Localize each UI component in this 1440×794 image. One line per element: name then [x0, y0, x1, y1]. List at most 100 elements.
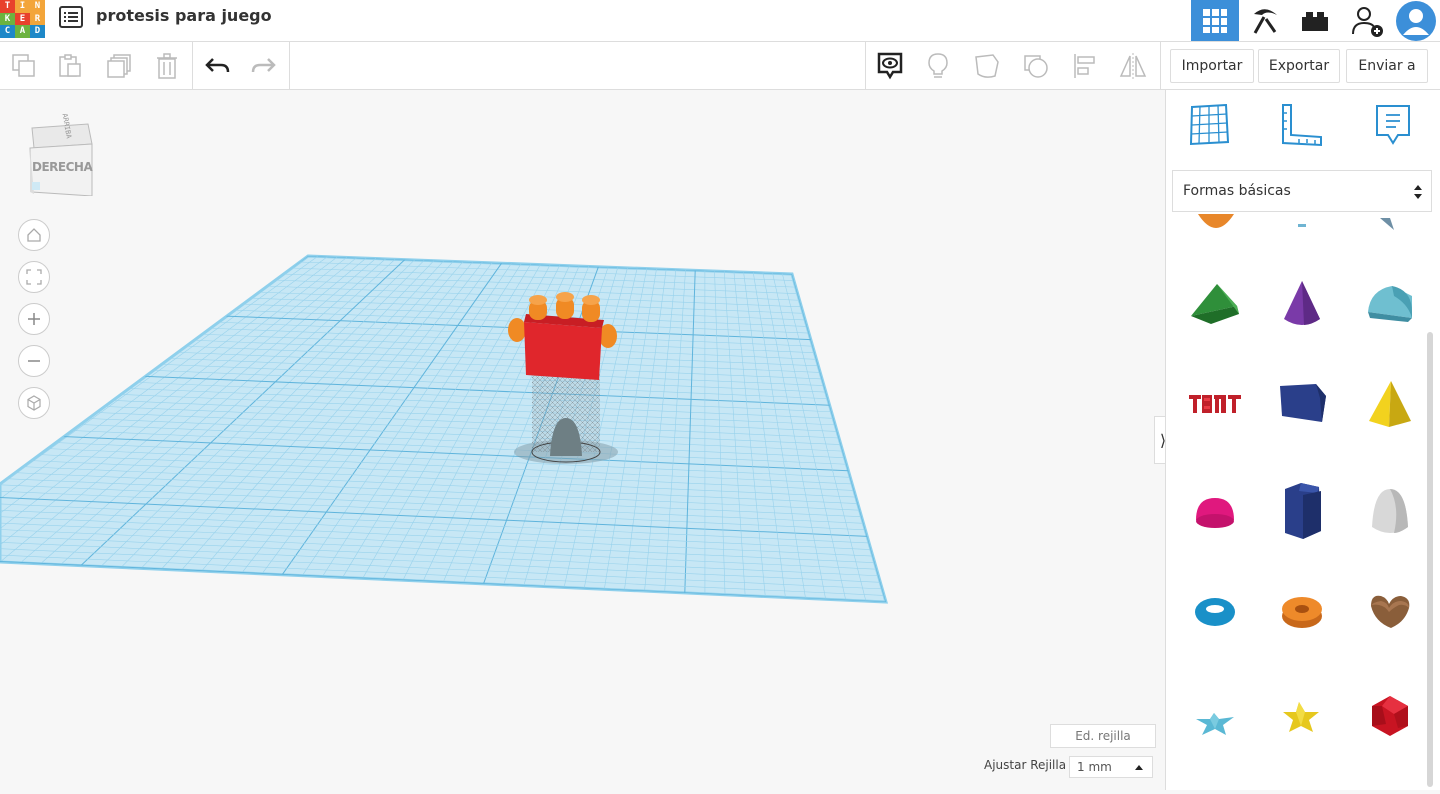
plus-icon — [26, 311, 42, 327]
delete-button[interactable] — [144, 42, 190, 89]
ungroup-button[interactable] — [1013, 42, 1059, 89]
shape-icosahedron[interactable] — [1360, 686, 1420, 746]
shape-heart[interactable] — [1360, 582, 1420, 642]
top-bar: T I N K E R C A D protesis para juego — [0, 0, 1440, 42]
snap-grid-value: 1 mm — [1077, 760, 1112, 774]
toolbar-divider — [1160, 42, 1161, 89]
workplane-tab[interactable] — [1186, 102, 1232, 148]
grid-view-icon — [1202, 8, 1228, 34]
duplicate-button[interactable] — [96, 42, 142, 89]
pickaxe-icon — [1250, 6, 1280, 36]
paste-icon — [57, 53, 83, 79]
snap-grid-label: Ajustar Rejilla — [984, 758, 1066, 772]
blocks-view-button[interactable] — [1241, 0, 1289, 41]
trash-icon — [155, 53, 179, 79]
cube-icon — [26, 395, 42, 411]
pyramid-icon — [1365, 379, 1415, 429]
note-bubble-icon — [1374, 103, 1412, 147]
logo-letter: D — [30, 25, 45, 38]
duplicate-icon — [106, 53, 132, 79]
ruler-icon — [1279, 103, 1323, 147]
workplane-icon — [1188, 104, 1230, 146]
notes-button[interactable] — [915, 42, 961, 89]
shape-roof-partial[interactable] — [1186, 214, 1246, 232]
project-title[interactable]: protesis para juego — [96, 6, 272, 25]
workplane-scene[interactable] — [0, 90, 1164, 790]
shape-partial[interactable] — [1272, 214, 1332, 232]
polygon-prism-icon — [1279, 481, 1325, 541]
star-icon — [1192, 705, 1238, 739]
avatar-icon — [1394, 1, 1438, 41]
shape-half-sphere[interactable] — [1185, 484, 1245, 544]
toolbar-divider — [192, 42, 193, 89]
design-list-icon[interactable] — [58, 5, 84, 29]
shape-paraboloid[interactable] — [1360, 482, 1420, 542]
notes-tab[interactable] — [1370, 102, 1416, 148]
roof-icon — [1364, 282, 1416, 326]
shape-polygon[interactable] — [1272, 479, 1332, 543]
toolbar-divider — [289, 42, 290, 89]
logo-letter: R — [30, 13, 45, 26]
shape-tube[interactable] — [1272, 582, 1332, 642]
3d-design-view-button[interactable] — [1191, 0, 1239, 41]
copy-button[interactable] — [1, 42, 47, 89]
workplane-canvas[interactable]: ARRIBA DERECHA — [0, 90, 1164, 790]
fit-view-button[interactable] — [18, 261, 50, 293]
invite-user-button[interactable] — [1343, 0, 1391, 41]
shape-half-cylinder[interactable] — [1360, 274, 1420, 334]
redo-icon — [251, 56, 277, 76]
lightbulb-icon — [926, 52, 950, 80]
shape-star-blue[interactable] — [1185, 692, 1245, 752]
home-view-button[interactable] — [18, 219, 50, 251]
add-user-icon — [1350, 4, 1384, 38]
snap-grid-select[interactable]: 1 mm — [1069, 756, 1153, 778]
shape-partial[interactable] — [1360, 214, 1420, 232]
redo-button[interactable] — [241, 42, 287, 89]
shape-text[interactable] — [1185, 374, 1245, 434]
logo-letter: A — [15, 25, 30, 38]
shape-category-select[interactable]: Formas básicas — [1172, 170, 1432, 212]
copy-icon — [11, 53, 37, 79]
zoom-out-button[interactable] — [18, 345, 50, 377]
user-avatar[interactable] — [1392, 0, 1440, 41]
shape-wedge[interactable] — [1185, 274, 1245, 334]
logo-letter: E — [15, 13, 30, 26]
view-cube[interactable]: ARRIBA DERECHA — [26, 116, 94, 196]
logo-letter: T — [0, 0, 15, 13]
undo-button[interactable] — [194, 42, 240, 89]
align-button[interactable] — [1062, 42, 1108, 89]
export-button[interactable]: Exportar — [1258, 49, 1340, 83]
panel-scrollbar[interactable] — [1427, 332, 1433, 787]
logo-letter: N — [30, 0, 45, 13]
group-icon — [973, 52, 1001, 80]
main-toolbar: Importar Exportar Enviar a — [0, 42, 1440, 90]
tinkercad-logo[interactable]: T I N K E R C A D — [0, 0, 45, 38]
cone-icon — [1280, 279, 1324, 329]
sort-arrows-icon — [1413, 184, 1423, 200]
shape-box[interactable] — [1272, 374, 1332, 434]
shape-star-yellow[interactable] — [1272, 688, 1332, 748]
home-icon — [26, 227, 42, 243]
align-icon — [1072, 52, 1098, 80]
edit-grid-button[interactable]: Ed. rejilla — [1050, 724, 1156, 748]
workplane-grid[interactable] — [0, 256, 886, 602]
paraboloid-icon — [1368, 487, 1412, 537]
perspective-toggle-button[interactable] — [18, 387, 50, 419]
send-to-button[interactable]: Enviar a — [1346, 49, 1428, 83]
shape-pyramid[interactable] — [1360, 374, 1420, 434]
bricks-view-button[interactable] — [1291, 0, 1339, 41]
mirror-button[interactable] — [1110, 42, 1156, 89]
mirror-icon — [1118, 52, 1148, 80]
ruler-tab[interactable] — [1278, 102, 1324, 148]
shape-cone[interactable] — [1272, 274, 1332, 334]
import-button[interactable]: Importar — [1170, 49, 1254, 83]
zoom-in-button[interactable] — [18, 303, 50, 335]
torus-icon — [1193, 595, 1237, 629]
wedge-icon — [1189, 282, 1241, 326]
paste-button[interactable] — [47, 42, 93, 89]
group-button[interactable] — [964, 42, 1010, 89]
shape-torus[interactable] — [1185, 582, 1245, 642]
show-all-button[interactable] — [867, 42, 913, 89]
fit-icon — [26, 269, 42, 285]
minus-icon — [26, 353, 42, 369]
